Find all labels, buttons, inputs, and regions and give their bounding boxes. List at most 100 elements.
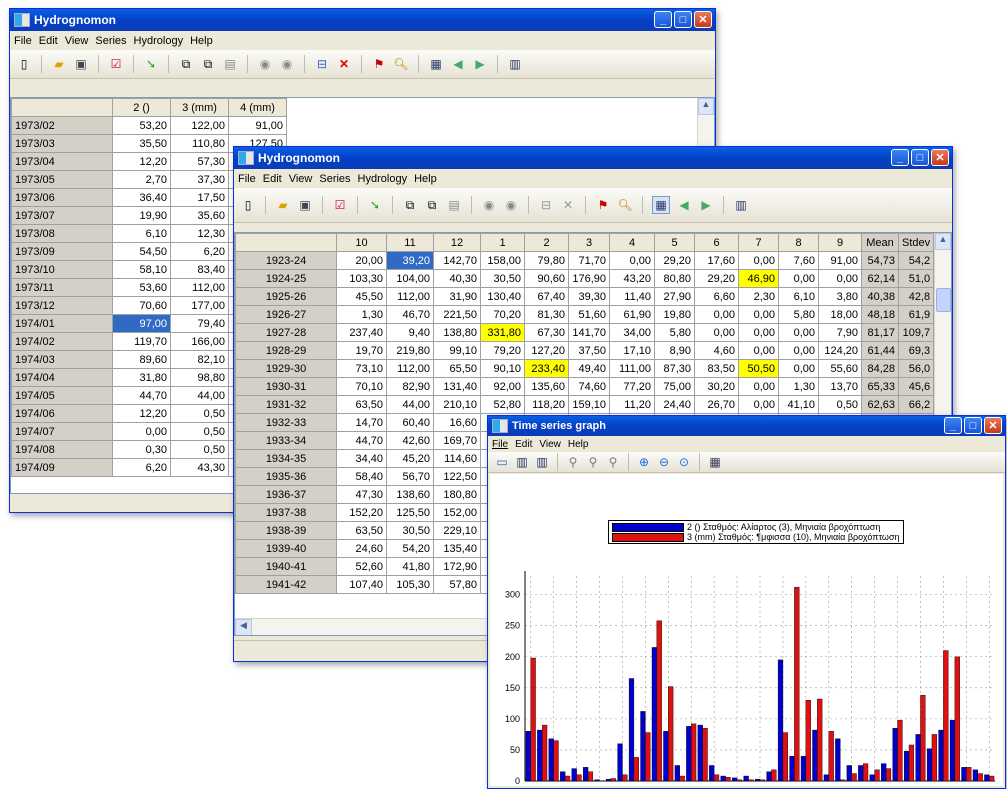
row-header[interactable]: 1973/04 bbox=[11, 152, 113, 171]
row-header[interactable]: 1974/02 bbox=[11, 332, 113, 351]
table-cell[interactable]: 42,8 bbox=[897, 287, 935, 306]
table-cell[interactable]: 51,60 bbox=[568, 305, 610, 324]
row-header[interactable]: 1974/07 bbox=[11, 422, 113, 441]
table-cell[interactable]: 81,17 bbox=[861, 323, 899, 342]
table-cell[interactable]: 57,30 bbox=[170, 152, 229, 171]
row-header[interactable]: 1939-40 bbox=[235, 539, 337, 558]
table-cell[interactable]: 61,44 bbox=[861, 341, 899, 360]
table-row[interactable]: 1923-24 20,00 39,20 142,70 158,00 79,80 71,70 0… bbox=[235, 251, 935, 270]
open-folder-icon[interactable]: ▰ bbox=[275, 197, 291, 213]
table-row[interactable]: 1973/02 53,20 122,00 91,00 bbox=[11, 116, 287, 135]
zoom-in-icon[interactable]: ⚲ bbox=[565, 454, 581, 470]
maximize-button[interactable]: □ bbox=[964, 417, 982, 434]
table-cell[interactable]: 44,70 bbox=[112, 386, 171, 405]
table-cell[interactable]: 45,50 bbox=[336, 287, 387, 306]
table-cell[interactable]: 57,80 bbox=[433, 575, 481, 594]
table-cell[interactable]: 124,20 bbox=[818, 341, 862, 360]
column-header[interactable]: 1 bbox=[480, 233, 525, 252]
table-cell[interactable]: 107,40 bbox=[336, 575, 387, 594]
row-header[interactable]: 1927-28 bbox=[235, 323, 337, 342]
table-cell[interactable]: 13,70 bbox=[818, 377, 862, 396]
table-cell[interactable]: 6,10 bbox=[112, 224, 171, 243]
scroll-up-icon[interactable]: ▲ bbox=[935, 233, 951, 250]
table-cell[interactable]: 130,40 bbox=[480, 287, 525, 306]
row-header[interactable]: 1973/05 bbox=[11, 170, 113, 189]
redo-icon[interactable]: ◉ bbox=[503, 197, 519, 213]
table-cell[interactable]: 45,20 bbox=[386, 449, 434, 468]
table-cell[interactable]: 29,20 bbox=[654, 251, 695, 270]
row-header[interactable]: 1973/02 bbox=[11, 116, 113, 135]
menu-series[interactable]: Series bbox=[319, 173, 350, 185]
table-cell[interactable]: 54,20 bbox=[386, 539, 434, 558]
close-button[interactable]: ✕ bbox=[931, 149, 949, 166]
save-icon[interactable]: ▣ bbox=[73, 56, 89, 72]
table-cell[interactable]: 19,70 bbox=[336, 341, 387, 360]
redo-icon[interactable]: ◉ bbox=[279, 56, 295, 72]
table-cell[interactable]: 6,20 bbox=[112, 458, 171, 477]
table-cell[interactable]: 1,30 bbox=[778, 377, 819, 396]
table-cell[interactable]: 7,60 bbox=[778, 251, 819, 270]
row-header[interactable]: 1973/10 bbox=[11, 260, 113, 279]
table-cell[interactable]: 40,30 bbox=[433, 269, 481, 288]
paste-icon[interactable]: ▤ bbox=[222, 56, 238, 72]
table-row[interactable]: 1927-28 237,40 9,40 138,80 331,80 67,30 141,70… bbox=[235, 323, 935, 342]
row-header[interactable]: 1973/08 bbox=[11, 224, 113, 243]
back-icon[interactable]: ◀ bbox=[450, 56, 466, 72]
table-cell[interactable]: 90,60 bbox=[524, 269, 569, 288]
table-cell[interactable]: 0,00 bbox=[738, 251, 779, 270]
table-cell[interactable]: 55,60 bbox=[818, 359, 862, 378]
table-cell[interactable]: 0,00 bbox=[738, 305, 779, 324]
table-cell[interactable]: 221,50 bbox=[433, 305, 481, 324]
table-cell[interactable]: 119,70 bbox=[112, 332, 171, 351]
table-cell[interactable]: 104,00 bbox=[386, 269, 434, 288]
table-cell[interactable]: 0,00 bbox=[778, 341, 819, 360]
table-cell[interactable]: 1,30 bbox=[336, 305, 387, 324]
table-cell[interactable]: 44,70 bbox=[336, 431, 387, 450]
row-header[interactable]: 1974/09 bbox=[11, 458, 113, 477]
minimize-button[interactable]: _ bbox=[891, 149, 909, 166]
table-cell[interactable]: 0,00 bbox=[738, 395, 779, 414]
back-icon[interactable]: ◀ bbox=[676, 197, 692, 213]
table-cell[interactable]: 158,00 bbox=[480, 251, 525, 270]
row-header[interactable]: 1974/05 bbox=[11, 386, 113, 405]
properties-icon[interactable]: ☑ bbox=[108, 56, 124, 72]
table-cell[interactable]: 43,30 bbox=[170, 458, 229, 477]
column-header[interactable]: 5 bbox=[654, 233, 695, 252]
table-cell[interactable]: 99,10 bbox=[433, 341, 481, 360]
table-cell[interactable]: 177,00 bbox=[170, 296, 229, 315]
minimize-button[interactable]: _ bbox=[654, 11, 672, 28]
table-cell[interactable]: 125,50 bbox=[386, 503, 434, 522]
table-cell[interactable]: 0,00 bbox=[694, 323, 739, 342]
table-cell[interactable]: 83,40 bbox=[170, 260, 229, 279]
column-header[interactable]: Mean bbox=[861, 233, 899, 252]
table-cell[interactable]: 0,00 bbox=[609, 251, 655, 270]
title-bar[interactable]: Hydrognomon _ □ ✕ bbox=[234, 147, 952, 169]
column-header[interactable]: 2 () bbox=[112, 98, 171, 117]
table-cell[interactable]: 47,30 bbox=[336, 485, 387, 504]
table-cell[interactable]: 58,40 bbox=[336, 467, 387, 486]
table-cell[interactable]: 2,30 bbox=[738, 287, 779, 306]
table-cell[interactable]: 112,00 bbox=[386, 359, 434, 378]
table-cell[interactable]: 37,50 bbox=[568, 341, 610, 360]
table-cell[interactable]: 12,20 bbox=[112, 404, 171, 423]
find-icon[interactable]: 🔍︎ bbox=[393, 56, 409, 72]
row-header[interactable]: 1930-31 bbox=[235, 377, 337, 396]
table-cell[interactable]: 135,40 bbox=[433, 539, 481, 558]
menu-help[interactable]: Help bbox=[568, 439, 589, 450]
table-cell[interactable]: 35,50 bbox=[112, 134, 171, 153]
table-cell[interactable]: 44,00 bbox=[386, 395, 434, 414]
insert-column-icon[interactable]: ⊟ bbox=[314, 56, 330, 72]
table-cell[interactable]: 70,10 bbox=[336, 377, 387, 396]
table-cell[interactable]: 52,80 bbox=[480, 395, 525, 414]
table-cell[interactable]: 5,80 bbox=[778, 305, 819, 324]
table-cell[interactable]: 53,20 bbox=[112, 116, 171, 135]
row-header[interactable]: 1934-35 bbox=[235, 449, 337, 468]
table-cell[interactable]: 49,40 bbox=[568, 359, 610, 378]
table-cell[interactable]: 237,40 bbox=[336, 323, 387, 342]
table-cell[interactable]: 34,00 bbox=[609, 323, 655, 342]
table-cell[interactable]: 73,10 bbox=[336, 359, 387, 378]
row-header[interactable]: 1925-26 bbox=[235, 287, 337, 306]
table-cell[interactable]: 172,90 bbox=[433, 557, 481, 576]
row-header[interactable]: 1974/08 bbox=[11, 440, 113, 459]
table-cell[interactable]: 0,00 bbox=[778, 269, 819, 288]
